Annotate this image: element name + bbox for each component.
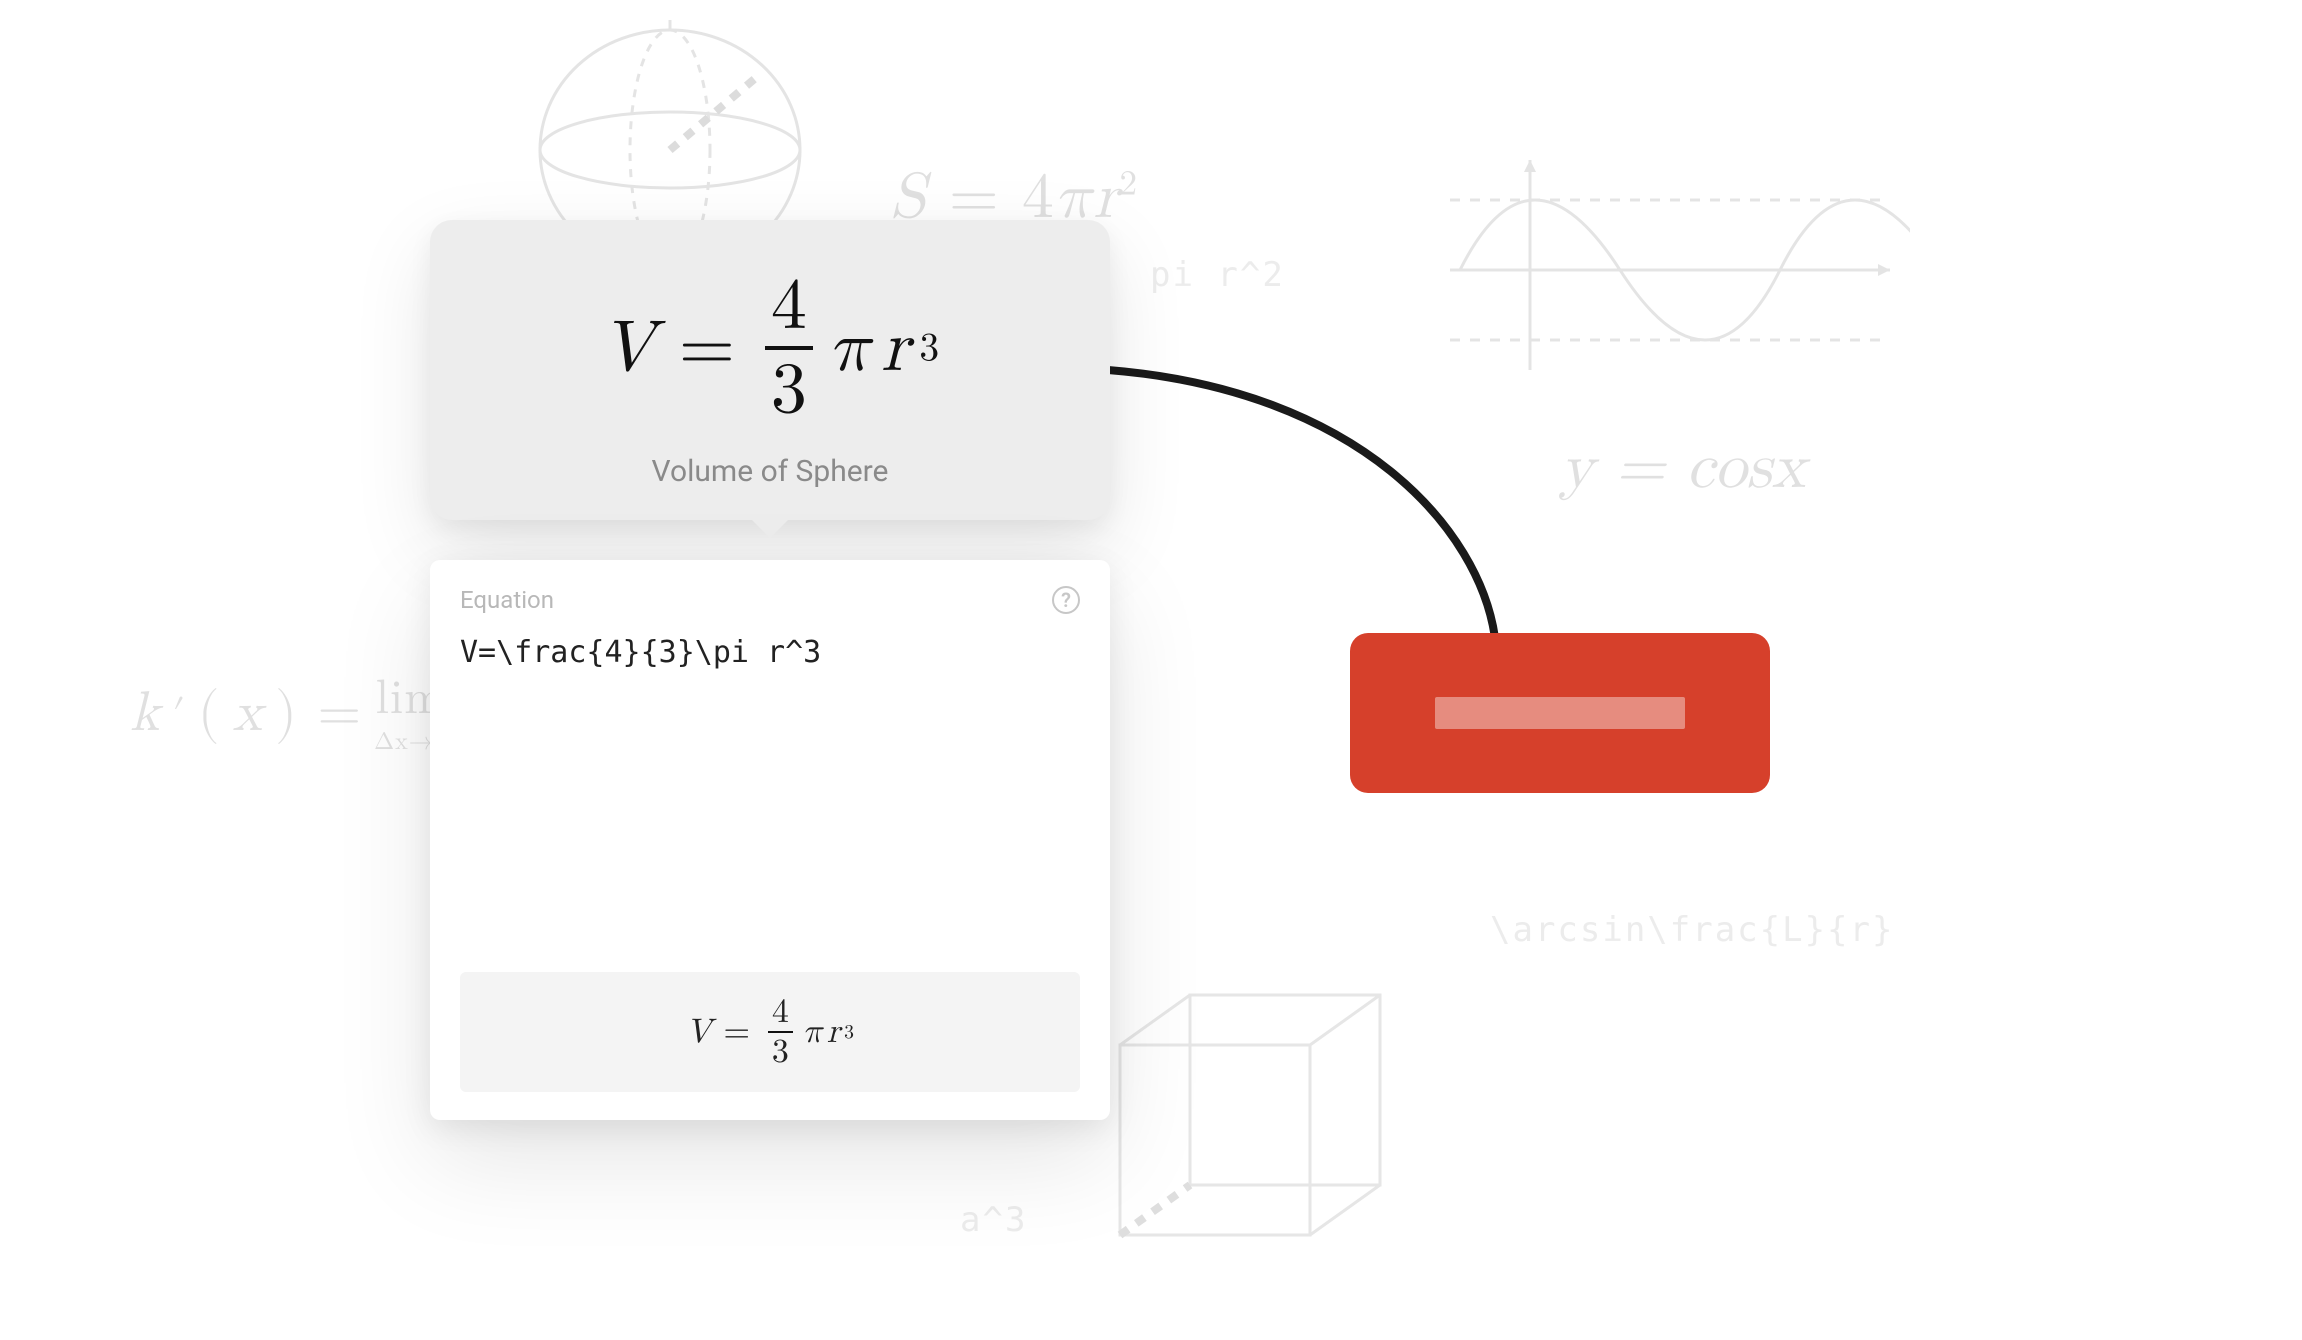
bg-derivative-formula: k′(x) = lim Δx→0 (130, 670, 447, 757)
editor-header: Equation ? (460, 586, 1080, 614)
equation-block-placeholder (1435, 697, 1685, 729)
preview-pi: π (803, 1012, 823, 1053)
equation-preview-formula: V = 4 3 π r 3 (686, 995, 854, 1069)
background-decorations: S = 4πr2 pi r^2 y = cosx k′(x) = lim Δx→… (0, 0, 2302, 1340)
preview-eq: = (723, 1012, 749, 1053)
rendered-formula: V = 4 3 π r 3 (601, 270, 939, 426)
cube-wireframe-icon (1090, 975, 1410, 1295)
bg-cube-code: a^3 (960, 1200, 1027, 1240)
formula-preview-card: V = 4 3 π r 3 Volume of Sphere (430, 220, 1110, 520)
preview-r: r (827, 1012, 840, 1053)
formula-fraction: 4 3 (765, 270, 813, 426)
equation-editor-panel: Equation ? V=\frac{4}{3}\pi r^3 V = 4 3 … (430, 560, 1110, 1120)
bg-arcsin-code: \arcsin\frac{L}{r} (1490, 910, 1894, 950)
fraction-numerator: 4 (765, 270, 813, 350)
preview-den: 3 (768, 1033, 793, 1069)
equation-preview-box: V = 4 3 π r 3 (460, 972, 1080, 1092)
preview-V: V (686, 1012, 712, 1053)
preview-fraction: 4 3 (768, 995, 793, 1069)
cosine-plot-icon (1430, 150, 1910, 390)
formula-exponent: 3 (919, 324, 939, 372)
equation-input[interactable]: V=\frac{4}{3}\pi r^3 (460, 624, 1080, 962)
bg-surface-code-fragment: pi r^2 (1150, 255, 1285, 295)
formula-pi: π (829, 305, 871, 391)
formula-equals: = (679, 305, 735, 391)
formula-caption: Volume of Sphere (652, 454, 889, 489)
help-icon[interactable]: ? (1052, 586, 1080, 614)
formula-r: r (881, 305, 909, 391)
formula-var-V: V (601, 305, 655, 391)
preview-num: 4 (768, 995, 793, 1033)
preview-exp: 3 (844, 1020, 854, 1044)
bg-cos-formula: y = cosx (1560, 430, 1806, 507)
card-pointer-icon (750, 518, 790, 538)
editor-label: Equation (460, 586, 554, 614)
fraction-denominator: 3 (765, 350, 813, 426)
equation-block[interactable] (1350, 633, 1770, 793)
help-symbol: ? (1061, 588, 1071, 612)
